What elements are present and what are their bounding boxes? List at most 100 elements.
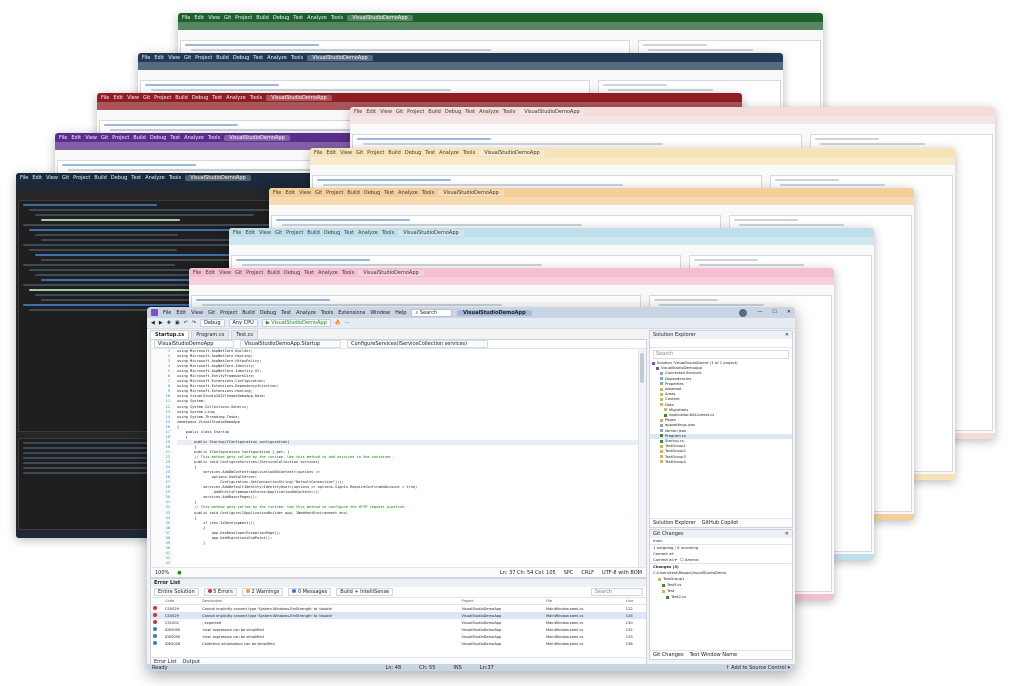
menu-window[interactable]: Window <box>370 310 390 316</box>
code-area[interactable]: 1 2 3 4 5 6 7 8 9 10 11 12 13 14 15 16 17 18 19 20 21 22 23 24 2… <box>151 349 638 567</box>
build-filter-dropdown[interactable]: Build + IntelliSense <box>336 588 394 596</box>
start-debugging-button[interactable]: ▶ VisualStudioDemoApp <box>261 319 331 327</box>
back-icon[interactable]: ◀ <box>151 320 155 326</box>
menu-file[interactable]: File <box>163 310 171 316</box>
warnings-filter-button[interactable]: 2 Warnings <box>241 588 284 596</box>
errors-filter-button[interactable]: 5 Errors <box>203 588 237 596</box>
error-code: CS1002 <box>165 620 179 625</box>
add-to-source-control-button[interactable]: ↑ Add to Source Control ▾ <box>725 665 790 671</box>
background-menu-item: Git <box>100 134 109 141</box>
error-row[interactable]: IDE0090 'new' expression can be simplifie… <box>151 633 646 640</box>
error-row[interactable]: CS0029 Cannot implicitly convert type 'Sy… <box>151 605 646 613</box>
git-pane-close-icon[interactable]: ✕ <box>785 530 789 538</box>
project-dropdown[interactable]: VisualStudioDemoApp <box>154 340 235 348</box>
tab-test-window[interactable]: Test Window Name <box>690 652 738 658</box>
menu-test[interactable]: Test <box>281 310 291 316</box>
folder-icon <box>660 392 663 396</box>
menu-edit[interactable]: Edit <box>176 310 186 316</box>
zoom-level[interactable]: 100% <box>155 570 169 576</box>
menu-debug[interactable]: Debug <box>260 310 276 316</box>
scope-dropdown[interactable]: Entire Solution <box>154 588 199 596</box>
changed-file[interactable]: Test2.cs <box>650 594 792 600</box>
background-menu-item: Analyze <box>267 54 287 61</box>
messages-filter-button[interactable]: 0 Messages <box>288 588 332 596</box>
background-menu-item: Project <box>407 108 425 115</box>
error-icon <box>153 613 157 617</box>
search-box[interactable]: ⌕ Search <box>411 308 453 317</box>
forward-icon[interactable]: ▶ <box>159 320 163 326</box>
source-text[interactable]: using Microsoft.AspNetCore.Builder; using… <box>177 349 638 567</box>
background-toolbar <box>310 157 955 165</box>
tab-github-copilot[interactable]: GitHub Copilot <box>702 520 738 526</box>
background-title-bar: File Edit View Git Project Build Debug Test Anal… <box>189 268 834 277</box>
commit-all-button[interactable]: Commit all <box>653 557 674 562</box>
folder-icon <box>660 397 663 401</box>
tab-program[interactable]: Program.cs <box>191 330 230 339</box>
redo-icon[interactable]: ↷ <box>192 320 196 326</box>
member-dropdown[interactable]: ConfigureServices(IServiceCollection ser… <box>347 340 489 348</box>
tab-git-changes[interactable]: Git Changes <box>653 652 684 658</box>
tab-startup[interactable]: Startup.cs <box>150 330 190 339</box>
vertical-scrollbar[interactable] <box>638 349 646 567</box>
pane-close-icon[interactable]: ✕ <box>785 331 789 339</box>
error-icon <box>207 589 212 593</box>
error-code: IDE0028 <box>165 641 181 646</box>
background-menu-item: Build <box>347 189 360 196</box>
whitespace-mode: SPC <box>563 569 574 576</box>
error-table: Code Description Project File Line CS002… <box>151 598 646 647</box>
background-code-line <box>317 179 452 181</box>
folder-icon <box>662 589 665 593</box>
error-file: MainWindow.xaml.cs <box>546 606 584 611</box>
tab-test[interactable]: Test.cs <box>231 330 259 339</box>
background-menu-item: Debug <box>444 108 462 115</box>
background-menu-item: Git <box>223 14 232 21</box>
error-description: 'new' expression can be simplified <box>202 634 264 639</box>
project-icon <box>652 361 655 365</box>
background-window-title: VisualStudioDemoApp <box>398 229 464 236</box>
branch-dropdown[interactable]: main <box>650 538 792 545</box>
background-menu-item: View <box>85 134 97 141</box>
tab-solution-explorer[interactable]: Solution Explorer <box>653 520 696 526</box>
background-window-title: VisualStudioDemoApp <box>438 189 504 196</box>
background-window-title: VisualStudioDemoApp <box>479 149 545 156</box>
close-icon[interactable]: ✕ <box>787 309 791 317</box>
solution-search-input[interactable]: Search <box>653 350 789 359</box>
menu-view[interactable]: View <box>191 310 203 316</box>
error-row[interactable]: CS0029 Cannot implicitly convert type 'Sy… <box>151 612 646 619</box>
scrollbar-thumb[interactable] <box>640 353 644 383</box>
menu-build[interactable]: Build <box>242 310 255 316</box>
amend-checkbox[interactable]: ☐ <box>680 557 683 562</box>
error-row[interactable]: IDE0028 Collection initialization can be … <box>151 640 646 647</box>
background-title-bar: File Edit View Git Project Build Debug Test Anal… <box>269 188 914 197</box>
background-menu-item: Debug <box>323 229 341 236</box>
background-menu-item: Project <box>195 54 213 61</box>
menu-git[interactable]: Git <box>208 310 215 316</box>
menu-help[interactable]: Help <box>395 310 406 316</box>
class-dropdown[interactable]: VisualStudioDemoApp.Startup <box>240 340 342 348</box>
menu-analyze[interactable]: Analyze <box>296 310 316 316</box>
platform-dropdown[interactable]: Any CPU <box>228 319 258 327</box>
configuration-dropdown[interactable]: Debug <box>200 319 225 327</box>
hot-reload-icon[interactable]: 🔥 <box>335 320 341 326</box>
maximize-icon[interactable]: ☐ <box>772 309 776 317</box>
code-line[interactable]: } <box>177 541 638 546</box>
background-menu-item: Project <box>246 269 264 276</box>
error-row[interactable]: CS1002 ; expected VisualStudioDemoApp MainW… <box>151 619 646 626</box>
save-all-icon[interactable]: ▣ <box>175 320 180 326</box>
new-item-icon[interactable]: ✚ <box>167 320 171 326</box>
account-avatar[interactable] <box>739 308 748 317</box>
solution-tree-item[interactable]: TestGroup4 <box>650 460 792 465</box>
menu-extensions[interactable]: Extensions <box>338 310 365 316</box>
menu-tools[interactable]: Tools <box>321 310 333 316</box>
minimize-icon[interactable]: — <box>757 309 762 317</box>
undo-icon[interactable]: ↶ <box>184 320 188 326</box>
solution-explorer-toolbar <box>650 339 792 348</box>
toolbar-more-icon[interactable]: ⋯ <box>345 320 350 326</box>
error-search-input[interactable]: Search <box>590 588 643 596</box>
background-toolbar <box>189 277 834 285</box>
background-menu-item: Git <box>183 54 192 61</box>
menu-project[interactable]: Project <box>220 310 237 316</box>
error-row[interactable]: IDE0090 'new' expression can be simplifie… <box>151 626 646 633</box>
background-menu-item: Debug <box>191 94 209 101</box>
code-editor[interactable]: VisualStudioDemoApp VisualStudioDemoApp.… <box>150 339 647 578</box>
